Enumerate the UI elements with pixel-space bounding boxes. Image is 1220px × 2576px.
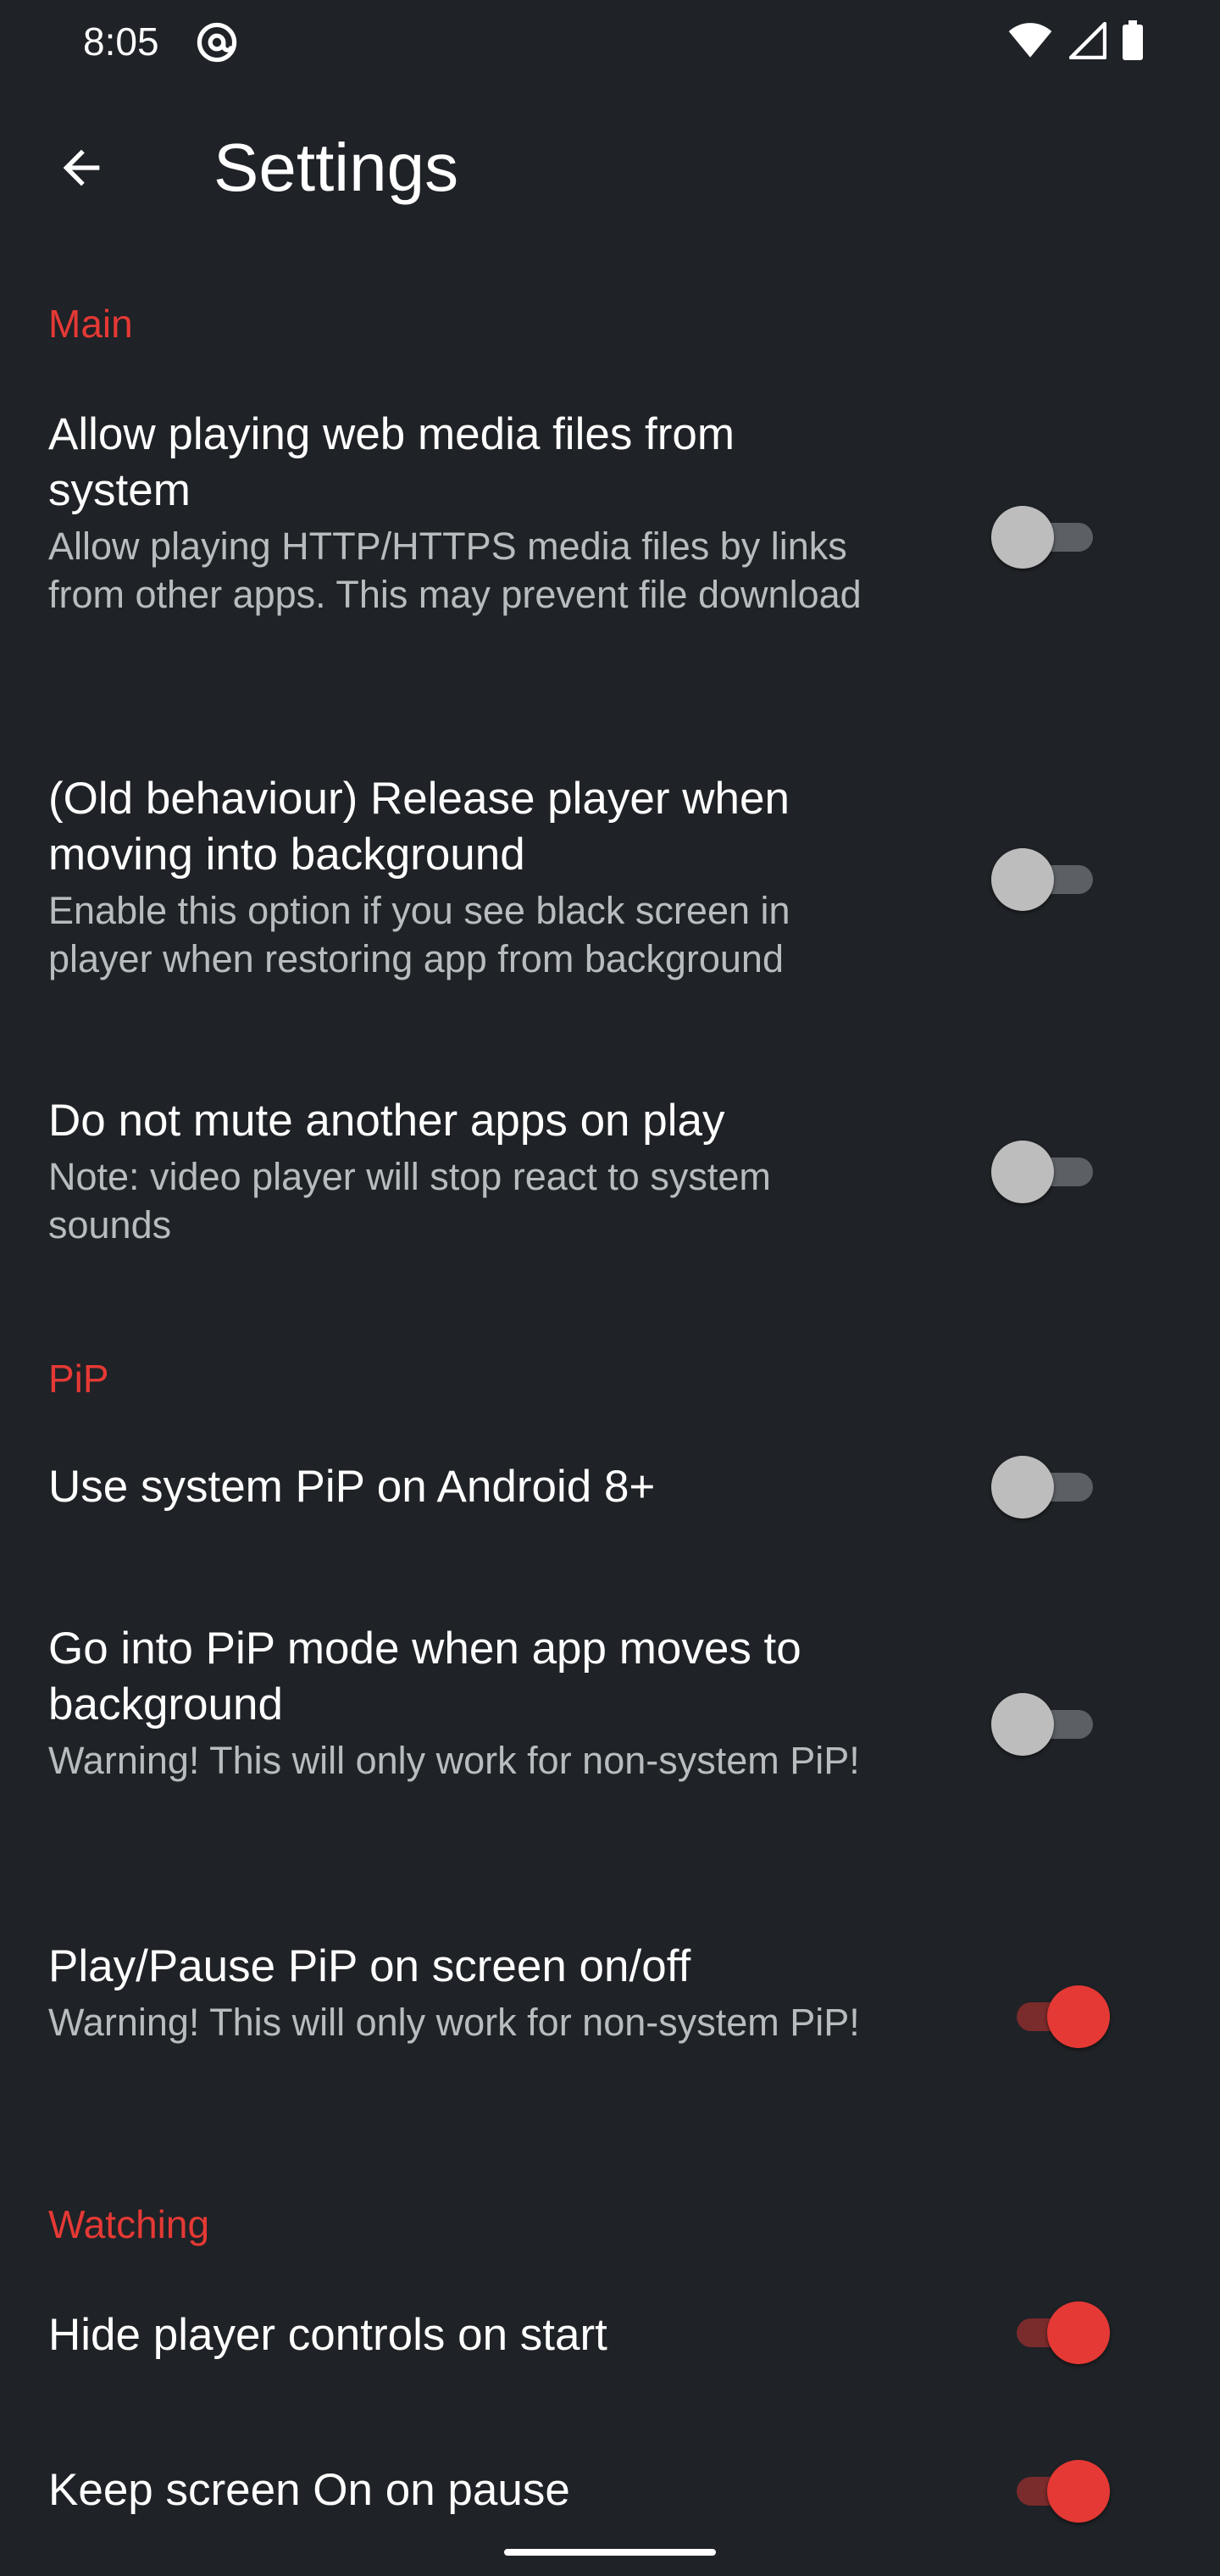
pref-hide-player-controls[interactable]: Hide player controls on start	[0, 2279, 1220, 2390]
pref-title: Keep screen On on pause	[48, 2465, 570, 2515]
pref-title: Do not mute another apps on play	[48, 1096, 725, 1146]
toggle-switch[interactable]	[991, 1137, 1110, 1205]
pref-summary: Warning! This will only work for non-sys…	[48, 2001, 860, 2044]
pref-text: Allow playing web media files from syste…	[48, 407, 862, 619]
section-header-main: Main	[48, 302, 133, 346]
section-header-watching: Watching	[48, 2202, 210, 2246]
pref-summary: Note: video player will stop react to sy…	[48, 1155, 771, 1246]
arrow-back-icon	[54, 141, 108, 199]
pref-title: Use system PiP on Android 8+	[48, 1462, 656, 1512]
toggle-switch[interactable]	[991, 1982, 1110, 2050]
pref-text: Play/Pause PiP on screen on/off Warning!…	[48, 1939, 862, 2046]
pref-play-pause-pip[interactable]: Play/Pause PiP on screen on/off Warning!…	[0, 1924, 1220, 2127]
pref-text: Keep screen On on pause	[48, 2462, 862, 2518]
switch-thumb	[1047, 2301, 1110, 2364]
toggle-switch[interactable]	[991, 502, 1110, 570]
toggle-switch[interactable]	[991, 2298, 1110, 2366]
status-icons	[1006, 19, 1144, 65]
battery-icon	[1122, 19, 1144, 65]
pref-summary: Warning! This will only work for non-sys…	[48, 1739, 860, 1782]
switch-thumb	[991, 1456, 1054, 1518]
gesture-nav-handle[interactable]	[504, 2549, 716, 2556]
pref-title: (Old behaviour) Release player when movi…	[48, 774, 790, 880]
switch-thumb	[991, 1693, 1054, 1756]
page-title: Settings	[214, 130, 459, 205]
pref-do-not-mute[interactable]: Do not mute another apps on play Note: v…	[0, 1076, 1220, 1280]
app-bar: Settings	[0, 85, 1220, 254]
pref-text: Use system PiP on Android 8+	[48, 1459, 862, 1515]
back-button[interactable]	[34, 122, 129, 217]
pref-pip-on-background[interactable]: Go into PiP mode when app moves to backg…	[0, 1606, 1220, 1860]
switch-thumb	[991, 1141, 1054, 1203]
status-bar: 8:05	[0, 0, 1220, 85]
toggle-switch[interactable]	[991, 1690, 1110, 1757]
pref-text: (Old behaviour) Release player when movi…	[48, 771, 862, 983]
pref-title: Go into PiP mode when app moves to backg…	[48, 1624, 801, 1729]
pref-text: Hide player controls on start	[48, 2307, 862, 2363]
switch-thumb	[1047, 1985, 1110, 2048]
pref-keep-screen-on[interactable]: Keep screen On on pause	[0, 2440, 1220, 2542]
switch-thumb	[991, 506, 1054, 569]
toggle-switch[interactable]	[991, 845, 1110, 913]
at-sign-icon	[195, 20, 239, 64]
pref-title: Hide player controls on start	[48, 2310, 607, 2360]
toggle-switch[interactable]	[991, 1452, 1110, 1520]
pref-allow-web-media[interactable]: Allow playing web media files from syste…	[0, 390, 1220, 695]
pref-text: Do not mute another apps on play Note: v…	[48, 1093, 862, 1249]
pref-summary: Enable this option if you see black scre…	[48, 889, 790, 980]
switch-thumb	[1047, 2460, 1110, 2523]
pref-summary: Allow playing HTTP/HTTPS media files by …	[48, 525, 862, 616]
signal-icon	[1068, 21, 1107, 64]
pref-text: Go into PiP mode when app moves to backg…	[48, 1621, 862, 1785]
toggle-switch[interactable]	[991, 2457, 1110, 2524]
pref-title: Play/Pause PiP on screen on/off	[48, 1941, 691, 1991]
pref-title: Allow playing web media files from syste…	[48, 409, 735, 515]
status-time: 8:05	[83, 19, 159, 64]
pref-release-player[interactable]: (Old behaviour) Release player when movi…	[0, 754, 1220, 1008]
section-header-pip: PiP	[48, 1357, 109, 1401]
wifi-icon	[1006, 22, 1054, 64]
switch-thumb	[991, 848, 1054, 911]
pref-use-system-pip[interactable]: Use system PiP on Android 8+	[0, 1432, 1220, 1542]
